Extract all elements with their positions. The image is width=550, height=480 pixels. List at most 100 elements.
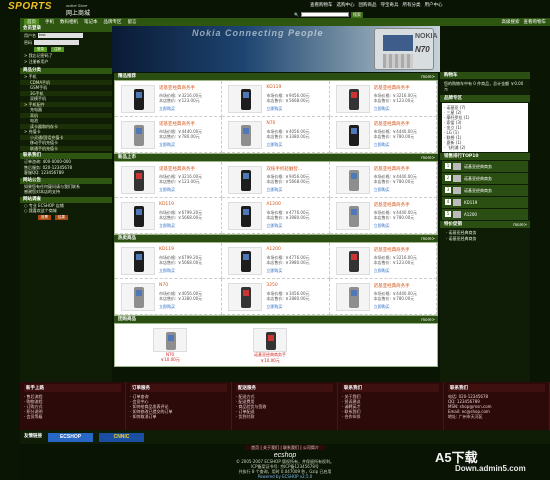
product-image[interactable] bbox=[335, 121, 370, 149]
nav-item-camera[interactable]: 数码相机 bbox=[60, 19, 78, 25]
product-name[interactable]: KD119 bbox=[159, 247, 174, 252]
product-card[interactable]: KD119 市场价格: ￥9456.00元 本店售价: ￥5668.00元 立即购买 bbox=[222, 81, 330, 117]
footer-link[interactable]: 首页 bbox=[251, 445, 259, 450]
buy-now-link[interactable]: 立即购买 bbox=[159, 106, 175, 112]
product-name[interactable]: KD119 bbox=[159, 202, 174, 207]
footer-link[interactable]: 联系我们 bbox=[283, 445, 299, 450]
product-name[interactable]: 双核手机轻触智... bbox=[266, 166, 302, 172]
notice-item[interactable]: 感谢您对本店的支持 bbox=[20, 189, 112, 195]
top10-item[interactable]: 2 诺基亚经典商务 bbox=[442, 173, 528, 184]
product-image[interactable] bbox=[153, 328, 187, 352]
register-link[interactable]: > 注册新用户 bbox=[20, 59, 112, 65]
product-image[interactable] bbox=[228, 283, 263, 311]
product-image[interactable] bbox=[121, 283, 155, 311]
product-card[interactable]: 诺基亚经典商务手 市场价格: ￥4440.00元 本店售价: ￥780.00元 立即购… bbox=[329, 279, 437, 315]
section-more-link[interactable]: more> bbox=[421, 73, 435, 80]
top10-item[interactable]: 4 KD119 bbox=[442, 197, 528, 208]
product-image[interactable] bbox=[121, 121, 155, 149]
product-name[interactable]: KD119 bbox=[266, 85, 281, 90]
product-name[interactable]: 诺基亚经典商务手 bbox=[374, 202, 410, 208]
buy-now-link[interactable]: 立即购买 bbox=[374, 142, 390, 148]
buy-now-link[interactable]: 立即购买 bbox=[159, 268, 175, 274]
buy-now-link[interactable]: 立即购买 bbox=[159, 187, 175, 193]
product-image[interactable] bbox=[335, 85, 370, 113]
product-name[interactable]: 诺基亚经典商务手 bbox=[374, 283, 410, 289]
group-buy-item[interactable]: 诺基亚经典商务手 ￥10.00元 bbox=[245, 328, 295, 366]
product-card[interactable]: A1200 市场价格: ￥4776.00元 本店售价: ￥3980.00元 立即购买 bbox=[222, 198, 330, 234]
product-name[interactable]: 诺基亚经典商务手 bbox=[374, 247, 410, 253]
search-input[interactable] bbox=[300, 12, 349, 17]
top10-name[interactable]: KD119 bbox=[464, 200, 477, 205]
footer-link[interactable]: · 货到付款 bbox=[236, 414, 333, 419]
top-link-picks[interactable]: 选购中心 bbox=[337, 2, 355, 8]
product-image[interactable] bbox=[335, 166, 370, 194]
product-card[interactable]: 诺基亚经典商务手 市场价格: ￥4440.00元 本店售价: ￥780.00元 立即购… bbox=[329, 162, 437, 198]
product-image[interactable] bbox=[228, 85, 263, 113]
nav-item-laptop[interactable]: 笔记本 bbox=[84, 19, 98, 25]
nav-view-cart[interactable]: 查看购物车 bbox=[524, 19, 547, 25]
top-link-user[interactable]: 用户中心 bbox=[425, 2, 443, 8]
product-image[interactable] bbox=[228, 166, 263, 194]
top10-name[interactable]: A1200 bbox=[464, 212, 477, 217]
product-card[interactable]: N70 市场价格: ￥4056.00元 本店售价: ￥3380.00元 立即购买 bbox=[222, 117, 330, 153]
buy-now-link[interactable]: 立即购买 bbox=[266, 223, 282, 229]
vote-button[interactable]: 投票 bbox=[38, 214, 51, 220]
product-image[interactable] bbox=[253, 328, 287, 352]
top-link-categories[interactable]: 所有分类 bbox=[403, 2, 421, 8]
product-image[interactable] bbox=[228, 121, 263, 149]
top10-item[interactable]: 3 诺基亚经典商务 bbox=[442, 185, 528, 196]
product-card[interactable]: N70 市场价格: ￥4056.00元 本店售价: ￥3380.00元 立即购买 bbox=[115, 279, 223, 315]
product-name[interactable]: 诺基亚经典商务手 bbox=[159, 85, 195, 91]
nav-advanced-search[interactable]: 高级搜索 bbox=[502, 19, 520, 25]
nav-item-home[interactable]: 首页 bbox=[24, 19, 39, 25]
product-name[interactable]: N70 bbox=[266, 121, 275, 126]
product-card[interactable]: 诺基亚经典商务手 市场价格: ￥4440.00元 本店售价: ￥780.00元 立即购… bbox=[115, 117, 223, 153]
footer-link[interactable]: · 会员等级 bbox=[24, 414, 121, 419]
product-image[interactable] bbox=[335, 283, 370, 311]
hero-banner[interactable]: Nokia Connecting People NOKIA N70 bbox=[112, 26, 440, 72]
buy-now-link[interactable]: 立即购买 bbox=[374, 268, 390, 274]
top-link-cart[interactable]: 查看购物车 bbox=[310, 2, 333, 8]
buy-now-link[interactable]: 立即购买 bbox=[159, 304, 175, 310]
product-image[interactable] bbox=[335, 247, 370, 275]
footer-link[interactable]: 公司简介 bbox=[303, 445, 319, 450]
product-name[interactable]: 3250 bbox=[266, 283, 277, 288]
footer-link[interactable]: 地址: 广州市天河区 bbox=[448, 414, 545, 419]
group-buy-item[interactable]: N70 ￥10.00元 bbox=[145, 328, 195, 366]
buy-now-link[interactable]: 立即购买 bbox=[266, 268, 282, 274]
buy-now-link[interactable]: 立即购买 bbox=[266, 187, 282, 193]
product-card[interactable]: KD119 市场价格: ￥6799.20元 本店售价: ￥5668.00元 立即购买 bbox=[115, 198, 223, 234]
top10-item[interactable]: 1 诺基亚经典商务 bbox=[442, 161, 528, 172]
login-button[interactable]: 登录 bbox=[34, 47, 47, 52]
product-image[interactable] bbox=[335, 202, 370, 230]
search-button[interactable]: 搜索 bbox=[350, 11, 363, 18]
footer-link[interactable]: · 如何取消订单 bbox=[130, 414, 227, 419]
product-card[interactable]: KD119 市场价格: ￥6799.20元 本店售价: ￥5668.00元 立即购买 bbox=[115, 243, 223, 279]
product-image[interactable] bbox=[121, 202, 155, 230]
section-more-link[interactable]: more> bbox=[421, 235, 435, 242]
product-card[interactable]: 诺基亚经典商务手 市场价格: ￥4440.00元 本店售价: ￥780.00元 立即购… bbox=[329, 198, 437, 234]
ecshop-badge[interactable]: ECSHOP bbox=[48, 432, 93, 442]
footer-link[interactable]: 关于我们 bbox=[263, 445, 279, 450]
nav-item-brands[interactable]: 品牌专区 bbox=[104, 19, 122, 25]
buy-now-link[interactable]: 立即购买 bbox=[374, 106, 390, 112]
buy-now-link[interactable]: 立即购买 bbox=[374, 304, 390, 310]
product-card[interactable]: 诺基亚经典商务手 市场价格: ￥3216.00元 本店售价: ￥123.00元 立即购… bbox=[329, 81, 437, 117]
section-more-link[interactable]: more> bbox=[421, 154, 435, 161]
product-name[interactable]: 诺基亚经典商务手 bbox=[159, 121, 195, 127]
product-name[interactable]: A1200 bbox=[266, 202, 281, 207]
product-image[interactable] bbox=[121, 166, 155, 194]
nav-item-phone[interactable]: 手机 bbox=[45, 19, 54, 25]
product-card[interactable]: 诺基亚经典商务手 市场价格: ￥4440.00元 本店售价: ￥780.00元 立即购… bbox=[329, 117, 437, 153]
category-item[interactable]: 联通手机充值卡 bbox=[20, 145, 112, 151]
top10-name[interactable]: 诺基亚经典商务 bbox=[464, 176, 492, 181]
cnnic-badge[interactable]: CNNIC bbox=[99, 432, 144, 442]
product-name[interactable]: 诺基亚经典商务手 bbox=[374, 166, 410, 172]
product-name[interactable]: A1200 bbox=[266, 247, 281, 252]
top-link-treasure[interactable]: 夺宝奇兵 bbox=[381, 2, 399, 8]
product-image[interactable] bbox=[228, 202, 263, 230]
nav-item-messages[interactable]: 留言 bbox=[128, 19, 137, 25]
product-name[interactable]: 诺基亚经典商务手 bbox=[374, 85, 410, 91]
product-name[interactable]: 诺基亚经典商务手 bbox=[159, 166, 195, 172]
product-image[interactable] bbox=[121, 85, 155, 113]
